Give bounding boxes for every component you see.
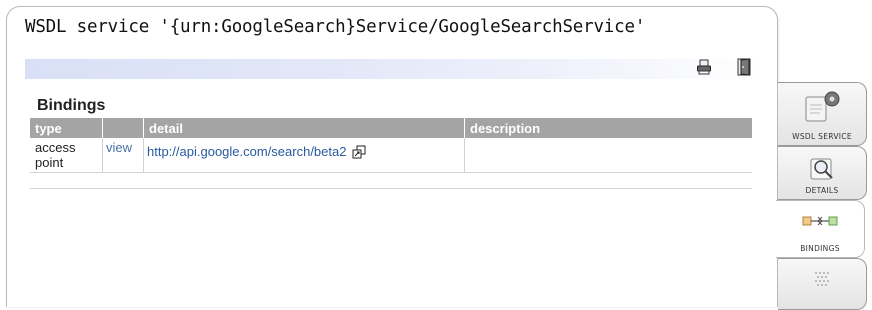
dotted-grid-icon xyxy=(810,267,834,295)
table-divider xyxy=(30,188,752,189)
column-header-detail: detail xyxy=(143,118,465,138)
column-header-view xyxy=(102,118,144,138)
tab-label-details: DETAILS xyxy=(805,186,839,195)
tab-label-wsdl-service: WSDL SERVICE xyxy=(792,132,852,141)
open-external-icon[interactable] xyxy=(352,145,366,159)
endpoint-url-link[interactable]: http://api.google.com/search/beta2 xyxy=(147,144,346,159)
binding-type-line2: point xyxy=(35,155,64,170)
table-row: access point view http://api.google.com/… xyxy=(30,138,752,173)
details-magnifier-icon xyxy=(807,153,837,187)
tab-bindings[interactable]: BINDINGS xyxy=(776,200,865,258)
table-header-row: type detail description xyxy=(30,118,752,138)
column-header-type: type xyxy=(30,118,103,138)
view-cell: view xyxy=(102,138,144,173)
bindings-table: type detail description access point vie… xyxy=(30,118,752,173)
tab-more[interactable] xyxy=(778,258,867,310)
printer-icon[interactable] xyxy=(695,57,713,77)
tab-details[interactable]: DETAILS xyxy=(778,146,867,200)
bindings-connector-icon xyxy=(802,213,838,232)
detail-cell: http://api.google.com/search/beta2 xyxy=(143,138,465,173)
view-link[interactable]: view xyxy=(106,140,132,155)
binding-type-line1: access xyxy=(35,140,76,155)
binding-type-cell: access point xyxy=(30,138,103,173)
section-title: Bindings xyxy=(37,97,106,114)
tab-wsdl-service[interactable]: WSDL SERVICE xyxy=(778,82,867,146)
toolbar-strip xyxy=(25,59,765,79)
door-exit-icon[interactable] xyxy=(735,57,753,77)
tab-label-bindings: BINDINGS xyxy=(800,244,840,253)
page-title: WSDL service '{urn:GoogleSearch}Service/… xyxy=(25,17,646,37)
column-header-description: description xyxy=(464,118,752,138)
wsdl-service-gear-icon xyxy=(800,89,844,127)
description-cell xyxy=(464,138,752,173)
